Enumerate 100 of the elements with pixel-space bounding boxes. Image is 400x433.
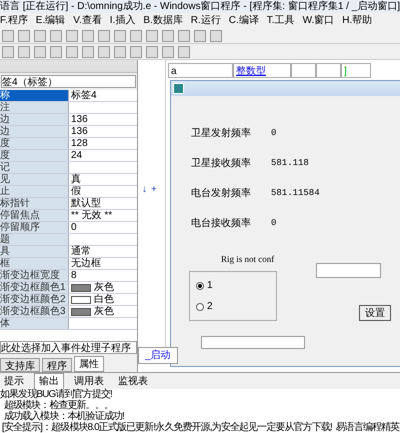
- editor-tab[interactable]: _启动: [138, 347, 178, 364]
- menu-item[interactable]: F.程序: [0, 13, 28, 28]
- property-name[interactable]: 标指针: [0, 198, 68, 209]
- panel-tab[interactable]: 属性: [74, 356, 104, 372]
- toolbar-icon[interactable]: [178, 30, 190, 42]
- radio-button[interactable]: [196, 282, 204, 290]
- form-value: 581.118: [271, 157, 309, 170]
- toolbar-icon[interactable]: [2, 46, 14, 58]
- marker-symbol: +: [151, 183, 157, 197]
- toolbar-icon[interactable]: [66, 46, 78, 58]
- window-title: 语言 [正在运行] - D:\omning成功.e - Windows窗口程序 - [程序集: 窗口程序集1 / _启动窗口]: [0, 0, 400, 13]
- property-value: 白色: [94, 294, 114, 306]
- menu-item[interactable]: T.工具: [266, 13, 295, 28]
- form-value: 0: [271, 127, 276, 140]
- property-value: 24: [71, 150, 82, 162]
- form-value: 0: [271, 217, 276, 230]
- toolbar-icon[interactable]: [82, 46, 94, 58]
- property-name[interactable]: 边: [0, 114, 68, 125]
- output-tab[interactable]: 监视表: [114, 374, 152, 388]
- output-line: 成功载入模块：本机验证成功!: [4, 411, 125, 422]
- radio-label: 2: [207, 300, 213, 314]
- property-name[interactable]: 止: [0, 186, 68, 197]
- property-value: 8: [71, 270, 77, 282]
- menu-item[interactable]: I.插入: [110, 13, 136, 28]
- property-name[interactable]: 题: [0, 234, 68, 245]
- toolbar-icon[interactable]: [210, 30, 222, 42]
- panel-tab[interactable]: 支持库: [0, 358, 40, 372]
- output-tab[interactable]: 调用表: [70, 374, 108, 388]
- property-name[interactable]: 停留焦点: [0, 210, 68, 221]
- property-name[interactable]: 具: [0, 246, 68, 257]
- toolbar-icon[interactable]: [178, 46, 190, 58]
- form-value: 581.11584: [271, 187, 320, 200]
- panel-tab[interactable]: 程序: [42, 358, 72, 372]
- form-label: 电台发射频率: [191, 186, 251, 201]
- toolbar-icon[interactable]: [146, 30, 158, 42]
- property-value: 0: [71, 222, 77, 234]
- table-cell: a: [168, 63, 233, 78]
- toolbar-icon[interactable]: [130, 46, 142, 58]
- output-line: 超级模块：检查更新。。。: [4, 400, 113, 411]
- menu-item[interactable]: V.查看: [73, 13, 102, 28]
- property-name[interactable]: 框: [0, 258, 68, 269]
- event-select[interactable]: 此处选择加入事件处理子程序: [0, 341, 137, 354]
- output-line: [安全提示]：超级模块8.0正式版已更新!永久免费开源,为安全起见一定要从官方下载! 易语言编程精英: [0, 422, 400, 433]
- property-name[interactable]: 体: [0, 318, 68, 329]
- property-value: ** 无效 **: [71, 210, 112, 222]
- property-name[interactable]: 边: [0, 126, 68, 137]
- toolbar-icon[interactable]: [162, 30, 174, 42]
- property-value: 假: [71, 186, 81, 198]
- toolbar-icon[interactable]: [18, 30, 30, 42]
- property-value: 默认型: [71, 198, 101, 210]
- toolbar-icon[interactable]: [114, 30, 126, 42]
- toolbar-icon[interactable]: [34, 30, 46, 42]
- table-cell: 整数型: [233, 63, 291, 78]
- toolbar-icon[interactable]: [146, 46, 158, 58]
- property-value: 灰色: [94, 282, 114, 294]
- menu-item[interactable]: R.运行: [190, 13, 221, 28]
- toolbar-icon[interactable]: [114, 46, 126, 58]
- text-field[interactable]: [316, 263, 381, 278]
- toolbar-icon[interactable]: [98, 46, 110, 58]
- menu-item[interactable]: B.数据库: [143, 13, 183, 28]
- toolbar-icon[interactable]: [66, 30, 78, 42]
- toolbar-icon[interactable]: [18, 46, 30, 58]
- output-tab[interactable]: 提示: [0, 374, 28, 388]
- property-value: 136: [71, 114, 88, 126]
- property-value: 136: [71, 126, 88, 138]
- output-tab[interactable]: 输出: [34, 372, 64, 390]
- toolbar-icon[interactable]: [82, 30, 94, 42]
- marker-symbol: ↓: [142, 183, 147, 197]
- table-cell: [291, 63, 316, 78]
- status-text: Rig is not conf: [221, 253, 274, 266]
- set-button[interactable]: 设置: [359, 305, 391, 321]
- property-value: 无边框: [71, 258, 101, 270]
- toolbar-icon[interactable]: [50, 46, 62, 58]
- toolbar-icon[interactable]: [194, 30, 206, 42]
- toolbar-icon[interactable]: [98, 30, 110, 42]
- property-value: 真: [71, 174, 81, 186]
- property-name[interactable]: 见: [0, 174, 68, 185]
- object-select[interactable]: 签4（标签）: [1, 75, 136, 88]
- menu-item[interactable]: H.帮助: [342, 13, 372, 28]
- toolbar-icon[interactable]: [50, 30, 62, 42]
- dropdown[interactable]: [201, 336, 305, 349]
- table-cell: [316, 63, 341, 78]
- form-label: 卫星接收频率: [191, 156, 251, 171]
- menu-item[interactable]: W.窗口: [302, 13, 334, 28]
- menu-item[interactable]: C.编译: [228, 13, 259, 28]
- property-name[interactable]: 记: [0, 162, 68, 173]
- output-line: 如果发现BUG请到官方提交!: [0, 389, 113, 400]
- property-name[interactable]: 称: [0, 90, 68, 101]
- radio-label: 1: [207, 279, 213, 293]
- property-value: 通常: [71, 246, 91, 258]
- property-value: 128: [71, 138, 88, 150]
- toolbar-icon[interactable]: [2, 30, 14, 42]
- table-cell: ]: [341, 63, 371, 78]
- toolbar-icon[interactable]: [34, 46, 46, 58]
- radio-button[interactable]: [196, 302, 204, 310]
- toolbar-icon[interactable]: [130, 30, 142, 42]
- app-icon: [173, 83, 184, 94]
- toolbar-icon[interactable]: [162, 46, 174, 58]
- property-value: 灰色: [94, 306, 114, 318]
- menu-item[interactable]: E.编辑: [36, 13, 66, 28]
